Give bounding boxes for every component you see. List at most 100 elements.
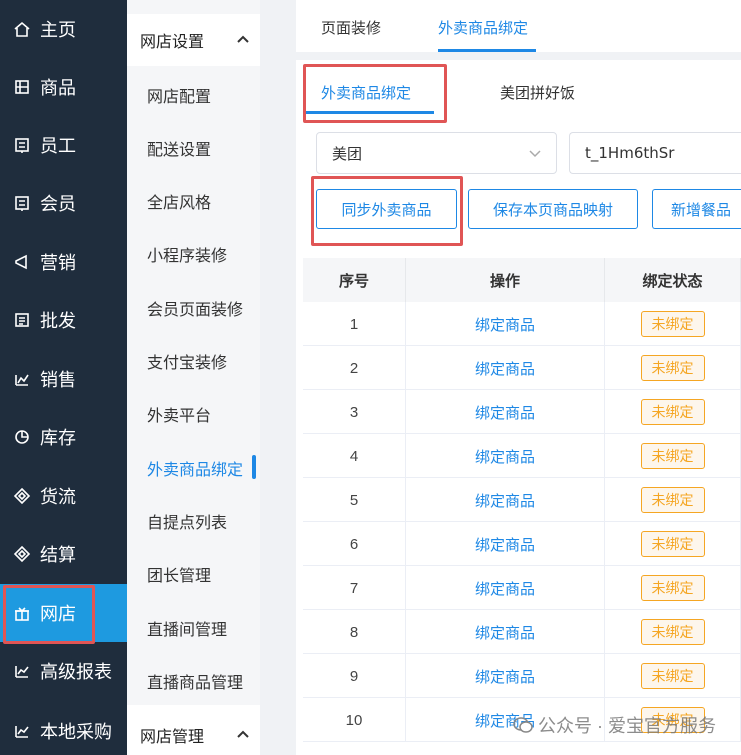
member-icon bbox=[12, 193, 32, 213]
marketing-icon bbox=[12, 252, 32, 272]
submenu-item[interactable]: 外卖平台 bbox=[127, 388, 260, 441]
submenu-group-shop-management[interactable]: 网店管理 bbox=[127, 709, 260, 755]
nav-item-label: 结算 bbox=[40, 545, 76, 565]
nav-item-label: 商品 bbox=[40, 78, 76, 98]
submenu-item[interactable]: 全店风格 bbox=[127, 175, 260, 228]
store-id-value: t_1Hm6thSr bbox=[585, 144, 675, 162]
bind-status-cell: 未绑定 bbox=[605, 434, 741, 478]
subtab-meituan-pinhaofan[interactable]: 美团拼好饭 bbox=[500, 82, 575, 103]
bind-status-cell: 未绑定 bbox=[605, 478, 741, 522]
staff-icon bbox=[12, 135, 32, 155]
nav-item-logistics[interactable]: 货流 bbox=[0, 467, 127, 525]
status-badge: 未绑定 bbox=[640, 399, 705, 425]
bind-product-link[interactable]: 绑定商品 bbox=[406, 434, 605, 478]
row-index: 6 bbox=[303, 522, 406, 566]
wholesale-icon bbox=[12, 310, 32, 330]
nav-item-report[interactable]: 高级报表 bbox=[0, 642, 127, 700]
nav-item-purchase[interactable]: 本地采购 bbox=[0, 702, 127, 755]
nav-item-sales[interactable]: 销售 bbox=[0, 350, 127, 408]
report-icon bbox=[12, 661, 32, 681]
bind-product-link[interactable]: 绑定商品 bbox=[406, 478, 605, 522]
bind-status-cell: 未绑定 bbox=[605, 302, 741, 346]
table-row: 1 绑定商品 未绑定 bbox=[303, 302, 741, 346]
submenu-item[interactable]: 小程序装修 bbox=[127, 228, 260, 281]
product-icon bbox=[12, 77, 32, 97]
table-row: 4 绑定商品 未绑定 bbox=[303, 434, 741, 478]
nav-item-home[interactable]: 主页 bbox=[0, 0, 127, 58]
submenu-item[interactable]: 支付宝装修 bbox=[127, 335, 260, 388]
nav-item-label: 营销 bbox=[40, 253, 76, 273]
nav-item-member[interactable]: 会员 bbox=[0, 174, 127, 232]
table-row: 7 绑定商品 未绑定 bbox=[303, 566, 741, 610]
submenu-item[interactable]: 直播商品管理 bbox=[127, 654, 260, 707]
submenu-group-title: 网店管理 bbox=[140, 729, 205, 746]
highlight-box-subtab bbox=[303, 64, 447, 123]
row-index: 5 bbox=[303, 478, 406, 522]
status-badge: 未绑定 bbox=[640, 619, 705, 645]
submenu-item[interactable]: 网店配置 bbox=[127, 68, 260, 121]
nav-item-settlement[interactable]: 结算 bbox=[0, 525, 127, 583]
store-id-field[interactable]: t_1Hm6thSr bbox=[569, 132, 741, 174]
nav-item-inventory[interactable]: 库存 bbox=[0, 408, 127, 466]
bind-status-cell: 未绑定 bbox=[605, 654, 741, 698]
status-badge: 未绑定 bbox=[640, 311, 705, 337]
status-badge: 未绑定 bbox=[640, 355, 705, 381]
nav-item-product[interactable]: 商品 bbox=[0, 58, 127, 116]
settlement-icon bbox=[12, 544, 32, 564]
bind-product-link[interactable]: 绑定商品 bbox=[406, 346, 605, 390]
table-row: 3 绑定商品 未绑定 bbox=[303, 390, 741, 434]
save-page-mapping-button[interactable]: 保存本页商品映射 bbox=[468, 189, 638, 229]
nav-item-label: 本地采购 bbox=[40, 722, 112, 742]
nav-item-wholesale[interactable]: 批发 bbox=[0, 291, 127, 349]
row-index: 9 bbox=[303, 654, 406, 698]
bind-product-link[interactable]: 绑定商品 bbox=[406, 654, 605, 698]
submenu-item[interactable]: 直播间管理 bbox=[127, 601, 260, 654]
watermark-text: 公众号 · 爱宝官方服务 bbox=[538, 716, 716, 736]
sales-icon bbox=[12, 369, 32, 389]
watermark: 公众号 · 爱宝官方服务 bbox=[512, 712, 716, 738]
submenu-item[interactable]: 团长管理 bbox=[127, 548, 260, 601]
bind-product-link[interactable]: 绑定商品 bbox=[406, 566, 605, 610]
table-row: 2 绑定商品 未绑定 bbox=[303, 346, 741, 390]
submenu-item[interactable]: 配送设置 bbox=[127, 121, 260, 174]
platform-select-value: 美团 bbox=[332, 145, 363, 163]
bind-status-cell: 未绑定 bbox=[605, 610, 741, 654]
submenu-group-title: 网店设置 bbox=[140, 34, 205, 51]
home-icon bbox=[12, 19, 32, 39]
table-row: 8 绑定商品 未绑定 bbox=[303, 610, 741, 654]
nav-item-label: 员工 bbox=[40, 136, 76, 156]
nav-item-marketing[interactable]: 营销 bbox=[0, 233, 127, 291]
wechat-icon bbox=[512, 714, 534, 736]
nav-item-label: 会员 bbox=[40, 194, 76, 214]
status-badge: 未绑定 bbox=[640, 531, 705, 557]
nav-item-label: 销售 bbox=[40, 370, 76, 390]
submenu-item[interactable]: 自提点列表 bbox=[127, 494, 260, 547]
nav-item-staff[interactable]: 员工 bbox=[0, 116, 127, 174]
chevron-up-icon bbox=[236, 727, 250, 741]
logistics-icon bbox=[12, 486, 32, 506]
bind-status-cell: 未绑定 bbox=[605, 522, 741, 566]
table-header: 序号 操作 绑定状态 bbox=[303, 258, 741, 302]
submenu-item[interactable]: 外卖商品绑定 bbox=[127, 441, 260, 494]
tab-page-decoration[interactable]: 页面装修 bbox=[321, 17, 381, 38]
bind-product-link[interactable]: 绑定商品 bbox=[406, 302, 605, 346]
add-meal-button[interactable]: 新增餐品 bbox=[652, 189, 741, 229]
submenu-item[interactable]: 会员页面装修 bbox=[127, 281, 260, 334]
row-index: 1 bbox=[303, 302, 406, 346]
nav-item-label: 高级报表 bbox=[40, 662, 112, 682]
submenu-group-shop-settings[interactable]: 网店设置 bbox=[127, 14, 260, 66]
sub-menu: 网店配置 配送设置 全店风格 小程序装修 会员页面装修 支付宝装修 外卖平台 外卖商品绑定 自提… bbox=[127, 0, 260, 755]
row-index: 7 bbox=[303, 566, 406, 610]
bind-status-cell: 未绑定 bbox=[605, 346, 741, 390]
bind-product-link[interactable]: 绑定商品 bbox=[406, 390, 605, 434]
nav-item-label: 库存 bbox=[40, 428, 76, 448]
platform-select[interactable]: 美团 bbox=[316, 132, 557, 174]
sub-menu-body: 网店配置 配送设置 全店风格 小程序装修 会员页面装修 支付宝装修 外卖平台 外卖商品绑定 自提… bbox=[127, 0, 260, 705]
status-badge: 未绑定 bbox=[640, 443, 705, 469]
bind-product-link[interactable]: 绑定商品 bbox=[406, 610, 605, 654]
table-row: 6 绑定商品 未绑定 bbox=[303, 522, 741, 566]
tab-takeout-binding[interactable]: 外卖商品绑定 bbox=[438, 17, 528, 38]
nav-item-label: 批发 bbox=[40, 311, 76, 331]
bind-product-link[interactable]: 绑定商品 bbox=[406, 522, 605, 566]
chevron-up-icon bbox=[236, 32, 250, 46]
